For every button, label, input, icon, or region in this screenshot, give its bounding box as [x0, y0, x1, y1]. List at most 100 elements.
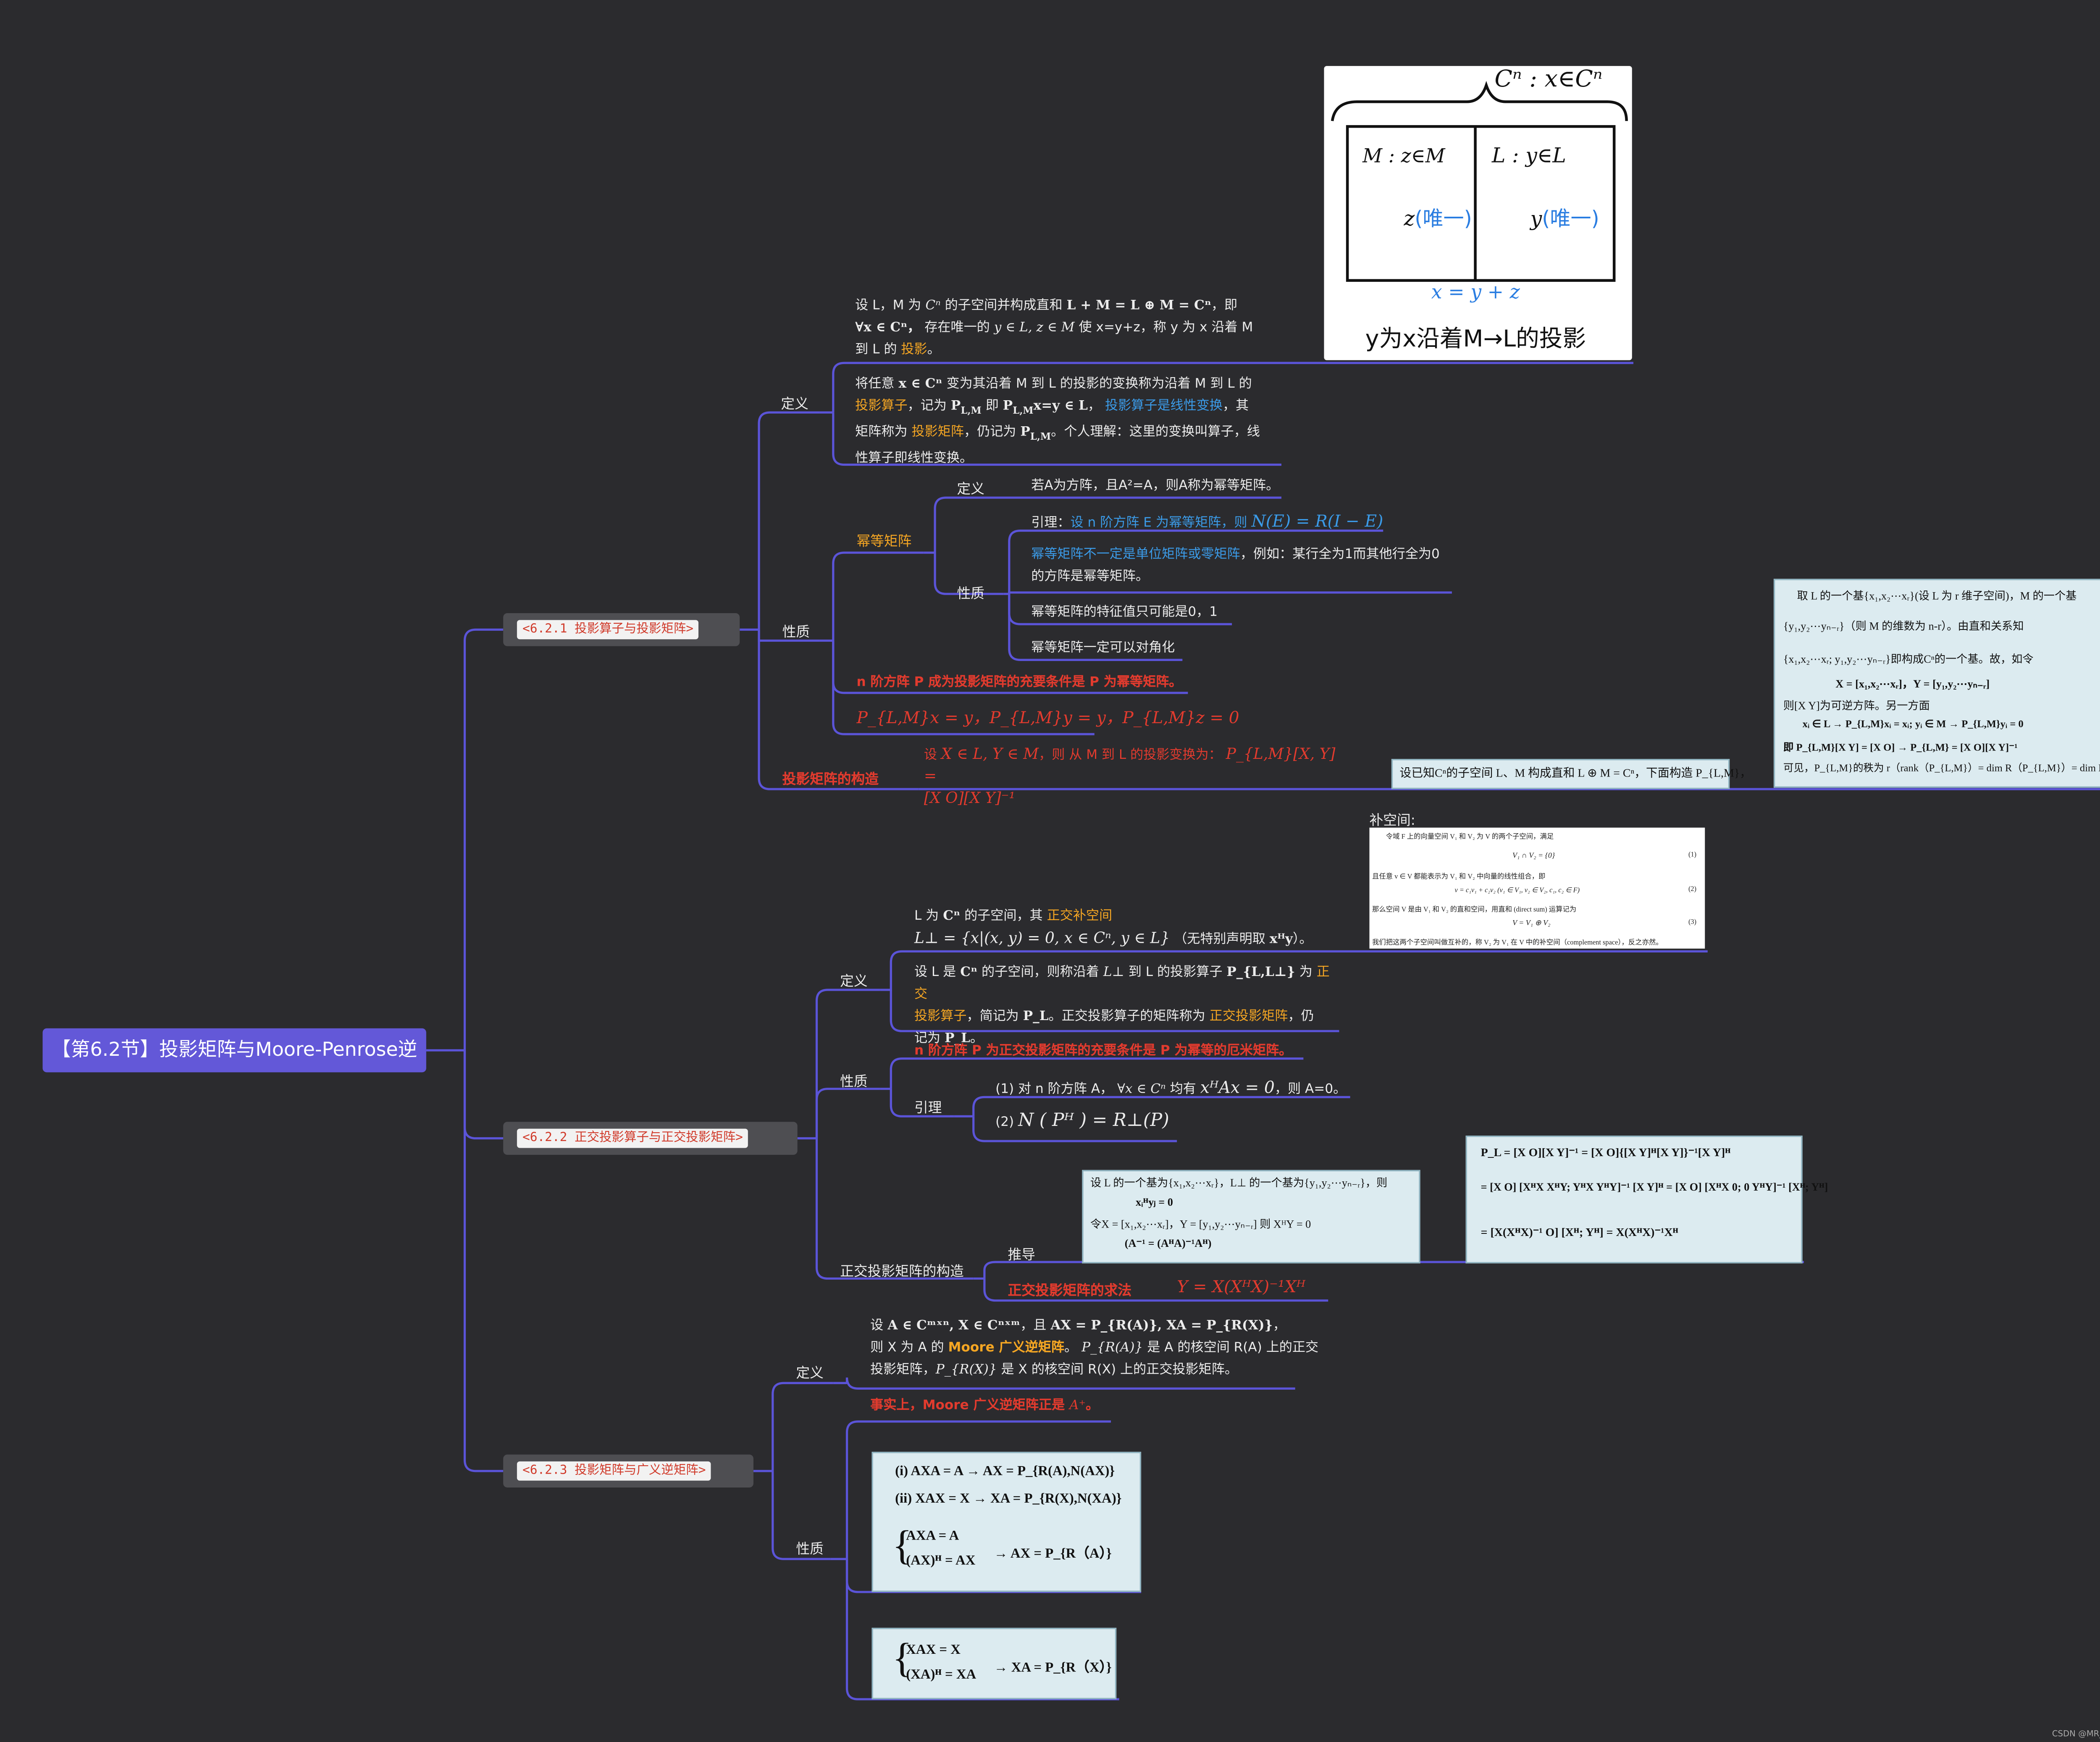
text: ， [1087, 399, 1101, 414]
text: 设 L 是 [914, 965, 956, 981]
panel-line: XAX = X [906, 1642, 961, 1658]
s2-lemma-1: (1) 对 n 阶方阵 A， ∀x ∈ Cⁿ 均有 xᴴAx = 0，则 A=0… [995, 1076, 1346, 1101]
panel-line: P_L = [X O][X Y]⁻¹ = [X O]{[X Y]ᴴ[X Y]}⁻… [1480, 1145, 1731, 1159]
section-label: <6.2.2 正交投影算子与正交投影矩阵> [517, 1128, 749, 1148]
idempotent-label[interactable]: 幂等矩阵 [856, 529, 911, 550]
projection-construction-label[interactable]: 投影矩阵的构造 [782, 767, 879, 788]
text: ，简记为 [966, 1009, 1019, 1024]
math: x=y ∈ L [1033, 399, 1088, 414]
panel-line: V = V₁ ⊕ V₂ [1512, 920, 1551, 928]
text: 的方阵是幂等矩阵。 [1031, 569, 1149, 585]
orthogonal-projection-nsc: n 阶方阵 P 为正交投影矩阵的充要条件是 P 为幂等的厄米矩阵。 [914, 1043, 1292, 1059]
text: 均有 [1170, 1082, 1196, 1097]
section-6-2-2[interactable]: <6.2.2 正交投影算子与正交投影矩阵> [503, 1122, 798, 1155]
panel-line: V₁ ∩ V₂ = {0} [1512, 852, 1555, 861]
math: y ∈ L, z ∈ M [994, 320, 1075, 336]
watermark-text: CSDN @MR_Promethus [2052, 1729, 2100, 1739]
math: L,M [1030, 430, 1051, 443]
sketch-z-label: z(唯一) [1404, 203, 1472, 232]
math: P [1020, 425, 1030, 440]
panel-line: (XA)ᴴ = XA [906, 1667, 976, 1683]
panel-line: → AX = P_{R（A）} [994, 1546, 1112, 1562]
panel-line: (AX)ᴴ = AX [906, 1553, 976, 1569]
math: [X O][X Y]⁻¹ [924, 789, 1015, 807]
projection-derivation-panel: 取 L 的一个基{x₁,x₂⋯xᵣ}(设 L 为 r 维子空间)，M 的一个基 … [1773, 579, 2100, 788]
idempotent-definition-label[interactable]: 定义 [957, 477, 984, 498]
panel-line: 取 L 的一个基{x₁,x₂⋯xᵣ}(设 L 为 r 维子空间)，M 的一个基 [1797, 590, 2077, 602]
s2-property-label[interactable]: 性质 [840, 1070, 867, 1090]
sketch-y-label: y(唯一) [1530, 203, 1599, 232]
construction-note-panel: 设已知Cⁿ的子空间 L、M 构成直和 L ⊕ M = Cⁿ，下面构造 P_{L,… [1391, 759, 1751, 790]
s3-definition-3: 投影矩阵，P_{R(X)} 是 X 的核空间 R(X) 上的正交投影矩阵。 [870, 1360, 1238, 1382]
text: ，即 [1211, 298, 1238, 314]
section-label: <6.2.3 投影矩阵与广义逆矩阵> [517, 1461, 711, 1481]
text: 投影矩阵， [870, 1362, 936, 1378]
math: L,M [1013, 404, 1034, 417]
highlight: 投影算子 [855, 399, 908, 414]
s3-definition-label[interactable]: 定义 [796, 1361, 823, 1382]
text: ，且 [1020, 1318, 1047, 1334]
text: ，例如：某行全为1而其他行全为0 [1240, 547, 1440, 562]
derivation-label[interactable]: 推导 [1008, 1243, 1035, 1263]
text: 到 L 的投影算子 [1128, 965, 1223, 981]
sketch-equation: x = y + z [1431, 282, 1520, 304]
math: P [1003, 399, 1013, 414]
moore-property-panel-2: { XAX = X (XA)ᴴ = XA → XA = P_{R（X）} [872, 1627, 1117, 1700]
section-6-2-1[interactable]: <6.2.1 投影算子与投影矩阵> [503, 613, 740, 646]
projection-nsc: n 阶方阵 P 成为投影矩阵的充要条件是 P 为幂等矩阵。 [856, 675, 1182, 690]
s1-definition-2: 将任意 x ∈ Cⁿ 变为其沿着 M 到 L 的投影的变换称为沿着 M 到 L … [855, 374, 1281, 470]
panel-line: 我们把这两个子空间叫做互补的，称 V₂ 为 V₁ 在 V 中的补空间（compl… [1372, 940, 1663, 947]
panel-line: {y₁,y₂⋯yₙ₋ᵣ}（则 M 的维数为 n-r）。由直和关系知 [1783, 620, 2024, 632]
panel-line: 那么空间 V 是由 V₁ 和 V₂ 的直和空间，用直和 (direct sum)… [1372, 907, 1577, 914]
section-label: <6.2.1 投影算子与投影矩阵> [517, 620, 699, 640]
math: x ∈ Cⁿ [898, 376, 942, 392]
text: 。 [927, 342, 940, 358]
s2-definition-label[interactable]: 定义 [840, 969, 867, 990]
sketch-l-label: L : y∈L [1491, 143, 1566, 168]
highlight: 投影 [901, 342, 927, 358]
orthogonal-derivation-panel: P_L = [X O][X Y]⁻¹ = [X O]{[X Y]ᴴ[X Y]}⁻… [1465, 1135, 1828, 1264]
s2-lemma-2: (2) N ( Pᴴ ) = R⊥(P) [995, 1111, 1169, 1134]
construction-note: 设已知Cⁿ的子空间 L、M 构成直和 L ⊕ M = Cⁿ，下面构造 P_{L,… [1399, 766, 1751, 780]
s3-definition-1: 设 A ∈ Cᵐˣⁿ, X ∈ Cⁿˣᵐ，且 AX = P_{R(A)}, XA… [870, 1316, 1286, 1338]
idempotent-property-3: 幂等矩阵的特征值只可能是0，1 [1031, 605, 1218, 620]
panel-line: 令X = [x₁,x₂⋯xᵣ]，Y = [y₁,y₂⋯yₙ₋ᵣ] 则 XᴴY =… [1090, 1218, 1311, 1230]
text: 是 X 的核空间 R(X) 上的正交投影矩阵。 [1001, 1362, 1238, 1378]
projection-equations: P_{L,M}x = y，P_{L,M}y = y，P_{L,M}z = 0 [856, 708, 1239, 727]
mindmap-canvas: 【第6.2节】投影矩阵与Moore-Penrose逆 <6.2.1 投影算子与投… [0, 0, 2100, 1742]
text: 。 [1085, 1398, 1099, 1414]
s2-lemma-label[interactable]: 引理 [914, 1096, 942, 1116]
orthogonal-solve-label[interactable]: 正交投影矩阵的求法 [1008, 1278, 1132, 1299]
math: P [950, 399, 961, 414]
panel-line: 令域 F 上的向量空间 V₁ 和 V₂ 为 V 的两个子空间，满足 [1386, 834, 1554, 842]
highlight: 设 n 阶方阵 E 为幂等矩阵，则 [1070, 515, 1247, 531]
orthogonal-construction-label[interactable]: 正交投影矩阵的构造 [840, 1259, 964, 1280]
panel-line: 设 L 的一个基为{x₁,x₂⋯xᵣ}，L⊥ 的一个基为{y₁,y₂⋯yₙ₋ᵣ}… [1090, 1177, 1388, 1189]
s1-property-label[interactable]: 性质 [782, 620, 810, 640]
math: A ∈ Cᵐˣⁿ, X ∈ Cⁿˣᵐ [887, 1318, 1021, 1334]
idempotent-property-label[interactable]: 性质 [957, 582, 984, 602]
text: 。个人理解：这里的变换叫算子，线 [1051, 425, 1260, 440]
highlight: 投影算子是线性变换 [1105, 399, 1223, 414]
s2-definition-2: 设 L 是 Cⁿ 的子空间，则称沿着 L⊥ 到 L 的投影算子 P_{L,L⊥}… [914, 963, 1341, 1051]
math: ∀x ∈ Cⁿ [1117, 1082, 1166, 1097]
math: L⊥ = {x|(x, y) = 0, x ∈ Cⁿ, y ∈ L} [914, 929, 1170, 947]
idempotent-property-4: 幂等矩阵一定可以对角化 [1031, 640, 1175, 656]
s1-definition-label[interactable]: 定义 [781, 392, 808, 412]
text: 的子空间，其 [964, 908, 1043, 924]
panel-line: v = c₁v₁ + c₂v₂ (v₁ ∈ V₁, v₂ ∈ V₂, c₁, c… [1454, 888, 1580, 895]
orthogonal-basis-panel: 设 L 的一个基为{x₁,x₂⋯xᵣ}，L⊥ 的一个基为{y₁,y₂⋯yₙ₋ᵣ}… [1082, 1170, 1420, 1264]
complement-space-panel: 令域 F 上的向量空间 V₁ 和 V₂ 为 V 的两个子空间，满足 V₁ ∩ V… [1369, 827, 1705, 949]
sketch-caption: y为x沿着M→L的投影 [1365, 325, 1586, 354]
math: AX = P_{R(A)}, XA = P_{R(X)} [1050, 1318, 1273, 1334]
panel-line: X = [x₁,x₂⋯xᵣ]，Y = [y₁,y₂⋯yₙ₋ᵣ] [1835, 677, 1990, 690]
text: 将任意 [855, 376, 895, 392]
panel-line: 即 P_{L,M}[X Y] = [X O] → P_{L,M} = [X O]… [1783, 741, 2018, 753]
root-topic[interactable]: 【第6.2节】投影矩阵与Moore-Penrose逆 [42, 1028, 426, 1073]
s3-property-label[interactable]: 性质 [796, 1537, 823, 1558]
text: 存在唯一的 [924, 320, 990, 336]
text: 的子空间并构成直和 [945, 298, 1063, 314]
section-6-2-3[interactable]: <6.2.3 投影矩阵与广义逆矩阵> [503, 1454, 753, 1488]
math: Cⁿ [943, 908, 961, 924]
math: X ∈ L, Y ∈ M [941, 745, 1039, 763]
